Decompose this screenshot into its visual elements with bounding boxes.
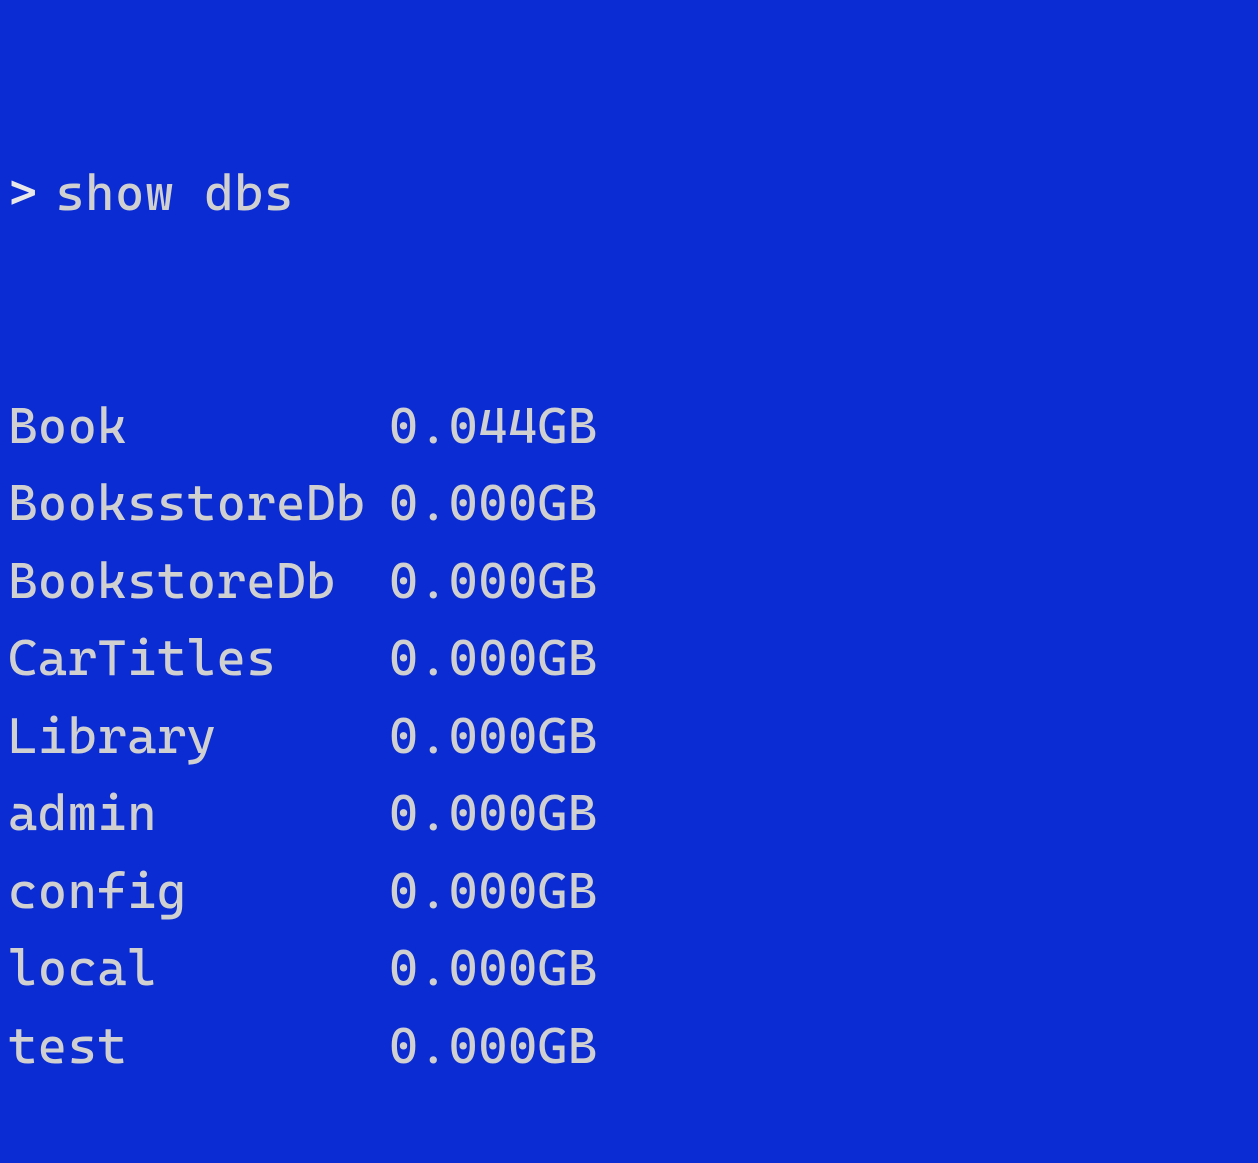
database-name: config	[8, 853, 389, 931]
database-name: admin	[8, 775, 389, 853]
command-text: show dbs	[55, 155, 293, 233]
database-size: 0.044GB	[389, 388, 598, 466]
database-size: 0.000GB	[389, 698, 598, 776]
database-size: 0.000GB	[389, 465, 598, 543]
prompt-line: > show dbs	[8, 155, 1250, 233]
database-row: test0.000GB	[8, 1008, 1250, 1086]
database-name: BooksstoreDb	[8, 465, 389, 543]
database-size: 0.000GB	[389, 620, 598, 698]
prompt-symbol: >	[8, 155, 55, 233]
database-name: BookstoreDb	[8, 543, 389, 621]
database-name: test	[8, 1008, 389, 1086]
database-row: BookstoreDb0.000GB	[8, 543, 1250, 621]
database-row: admin0.000GB	[8, 775, 1250, 853]
database-size: 0.000GB	[389, 1008, 598, 1086]
terminal-output[interactable]: > show dbs Book0.044GBBooksstoreDb0.000G…	[8, 0, 1250, 1163]
database-size: 0.000GB	[389, 930, 598, 1008]
database-row: Library0.000GB	[8, 698, 1250, 776]
database-row: local0.000GB	[8, 930, 1250, 1008]
database-name: CarTitles	[8, 620, 389, 698]
database-name: Library	[8, 698, 389, 776]
database-row: Book0.044GB	[8, 388, 1250, 466]
database-name: Book	[8, 388, 389, 466]
database-row: config0.000GB	[8, 853, 1250, 931]
database-size: 0.000GB	[389, 775, 598, 853]
database-row: BooksstoreDb0.000GB	[8, 465, 1250, 543]
database-size: 0.000GB	[389, 853, 598, 931]
database-size: 0.000GB	[389, 543, 598, 621]
database-name: local	[8, 930, 389, 1008]
database-list: Book0.044GBBooksstoreDb0.000GBBookstoreD…	[8, 388, 1250, 1086]
database-row: CarTitles0.000GB	[8, 620, 1250, 698]
